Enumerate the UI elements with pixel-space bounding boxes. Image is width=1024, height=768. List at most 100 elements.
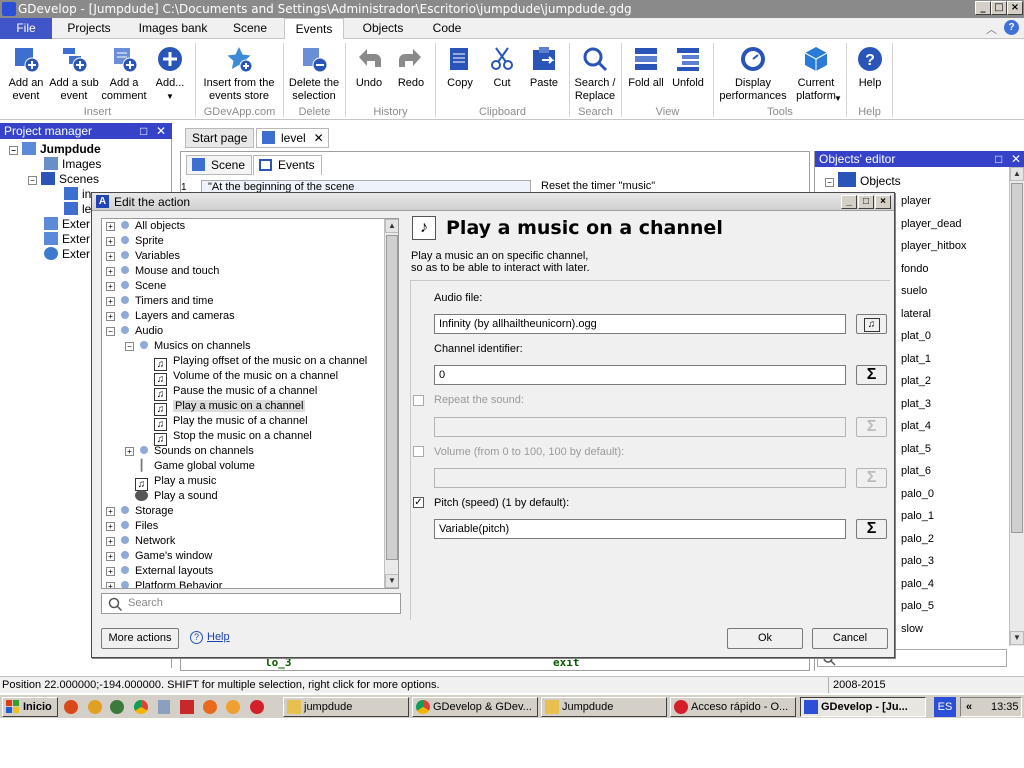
object-item[interactable]: palo_5 <box>901 600 934 613</box>
collapse-icon[interactable]: − <box>28 176 37 185</box>
objects-scrollbar[interactable]: ▲ ▼ <box>1009 167 1024 646</box>
expand-icon[interactable]: + <box>125 447 134 456</box>
expand-icon[interactable]: + <box>106 537 115 546</box>
dialog-minimize-button[interactable]: _ <box>841 195 857 209</box>
object-item[interactable]: plat_6 <box>901 465 931 478</box>
object-item[interactable]: player <box>901 195 931 208</box>
quicklaunch-firefox-icon[interactable] <box>64 700 78 714</box>
cut-button[interactable]: Cut <box>484 43 520 90</box>
scroll-down-icon[interactable]: ▼ <box>1010 631 1024 645</box>
object-item[interactable]: palo_2 <box>901 533 934 546</box>
tree-item-musics-on-channels[interactable]: − Musics on channels <box>125 339 251 354</box>
objects-root[interactable]: − Objects <box>825 172 901 188</box>
fold-all-button[interactable]: Fold all <box>626 43 666 90</box>
action-tree-scrollbar[interactable]: ▲ ▼ <box>384 219 398 588</box>
tab-objects[interactable]: Objects <box>350 18 416 39</box>
tree-item-files[interactable]: + Files <box>106 519 158 534</box>
tree-item-platform-behavior[interactable]: + Platform Behavior <box>106 579 222 588</box>
delete-selection-button[interactable]: Delete the selection <box>286 43 342 103</box>
dialog-maximize-button[interactable]: □ <box>858 195 874 209</box>
tree-item-all-objects[interactable]: + All objects <box>106 219 185 234</box>
minimize-button[interactable]: _ <box>975 1 991 15</box>
object-item[interactable]: slow <box>901 623 923 636</box>
tree-item-games-window[interactable]: + Game's window <box>106 549 212 564</box>
object-item[interactable]: plat_0 <box>901 330 931 343</box>
ok-button[interactable]: Ok <box>727 628 803 649</box>
object-item[interactable]: suelo <box>901 285 927 298</box>
tree-item-layers-cameras[interactable]: + Layers and cameras <box>106 309 235 324</box>
repeat-expression-button[interactable]: Σ <box>856 417 887 437</box>
scroll-down-icon[interactable]: ▼ <box>385 574 398 588</box>
object-item[interactable]: player_dead <box>901 218 962 231</box>
tab-projects[interactable]: Projects <box>55 18 123 39</box>
object-item[interactable]: palo_4 <box>901 578 934 591</box>
display-performances-button[interactable]: Display performances <box>718 43 788 103</box>
tree-item-external-layouts[interactable]: Exter <box>44 232 90 247</box>
redo-button[interactable]: Redo <box>392 43 430 90</box>
task-jumpdude-folder-2[interactable]: Jumpdude <box>541 697 667 717</box>
tree-item-timers[interactable]: + Timers and time <box>106 294 213 309</box>
close-button[interactable]: × <box>1007 1 1023 15</box>
volume-checkbox[interactable] <box>413 446 424 457</box>
collapse-icon[interactable]: − <box>125 342 134 351</box>
tree-item-external-events[interactable]: Exter <box>44 217 90 232</box>
tab-start-page[interactable]: Start page <box>185 128 255 148</box>
tree-item-scene-level[interactable]: le <box>64 202 91 217</box>
quicklaunch-chrome-icon[interactable] <box>134 700 148 714</box>
cancel-button[interactable]: Cancel <box>812 628 888 649</box>
scroll-up-icon[interactable]: ▲ <box>385 219 398 233</box>
expand-icon[interactable]: + <box>106 222 115 231</box>
tab-code[interactable]: Code <box>420 18 474 39</box>
tab-file[interactable]: File <box>0 18 52 39</box>
object-item[interactable]: plat_3 <box>901 398 931 411</box>
audio-file-field[interactable]: Infinity (by allhailtheunicorn).ogg <box>434 314 846 334</box>
dialog-close-button[interactable]: × <box>875 195 891 209</box>
pitch-checkbox[interactable]: ✓ <box>413 497 424 508</box>
task-chrome-gdevelop[interactable]: GDevelop & GDev... <box>412 697 538 717</box>
tab-images-bank[interactable]: Images bank <box>128 18 218 39</box>
expand-icon[interactable]: + <box>106 567 115 576</box>
copy-button[interactable]: Copy <box>440 43 480 90</box>
expand-icon[interactable]: + <box>106 582 115 588</box>
expand-icon[interactable]: + <box>106 267 115 276</box>
tree-item-external-layouts[interactable]: + External layouts <box>106 564 213 579</box>
tab-events[interactable]: Events <box>284 18 344 40</box>
expand-icon[interactable]: + <box>106 237 115 246</box>
undo-button[interactable]: Undo <box>350 43 388 90</box>
tree-item-scene-intro[interactable]: in <box>64 187 91 202</box>
expand-icon[interactable]: + <box>106 522 115 531</box>
start-button[interactable]: Inicio <box>2 697 58 717</box>
current-platform-button[interactable]: Current platform ▼ <box>790 43 842 103</box>
quicklaunch-app-icon[interactable] <box>110 700 124 714</box>
subtab-scene[interactable]: Scene <box>186 155 253 175</box>
panel-close-icon[interactable]: ✕ <box>1011 151 1021 167</box>
quicklaunch-firefox-icon[interactable] <box>203 700 217 714</box>
object-item[interactable]: plat_2 <box>901 375 931 388</box>
events-store-button[interactable]: Insert from the events store <box>198 43 280 103</box>
maximize-button[interactable]: □ <box>991 1 1007 15</box>
scroll-thumb[interactable] <box>386 235 398 560</box>
tree-item-storage[interactable]: + Storage <box>106 504 174 519</box>
tree-item-network[interactable]: + Network <box>106 534 175 549</box>
quicklaunch-app-icon[interactable] <box>158 700 170 714</box>
language-indicator[interactable]: ES <box>934 697 956 717</box>
quicklaunch-filezilla-icon[interactable] <box>180 700 194 714</box>
panel-float-icon[interactable]: □ <box>995 151 1002 167</box>
quicklaunch-app-icon[interactable] <box>88 700 102 714</box>
tab-scene[interactable]: Scene <box>222 18 278 39</box>
channel-field[interactable]: 0 <box>434 365 846 385</box>
add-comment-button[interactable]: Add a comment <box>100 43 148 103</box>
repeat-checkbox[interactable] <box>413 395 424 406</box>
help-round-icon[interactable]: ? <box>1004 20 1019 35</box>
expand-icon[interactable]: + <box>106 297 115 306</box>
object-item[interactable]: palo_3 <box>901 555 934 568</box>
tree-item-sprite[interactable]: + Sprite <box>106 234 164 249</box>
object-item[interactable]: plat_5 <box>901 443 931 456</box>
action-game-global-volume[interactable]: ┃ Game global volume <box>135 459 255 474</box>
add-subevent-button[interactable]: Add a sub event <box>48 43 100 103</box>
object-item[interactable]: fondo <box>901 263 929 276</box>
tree-item-mouse-touch[interactable]: + Mouse and touch <box>106 264 219 279</box>
expand-icon[interactable]: + <box>106 312 115 321</box>
tree-item-variables[interactable]: + Variables <box>106 249 180 264</box>
action-play-sound[interactable]: Play a sound <box>135 489 218 504</box>
